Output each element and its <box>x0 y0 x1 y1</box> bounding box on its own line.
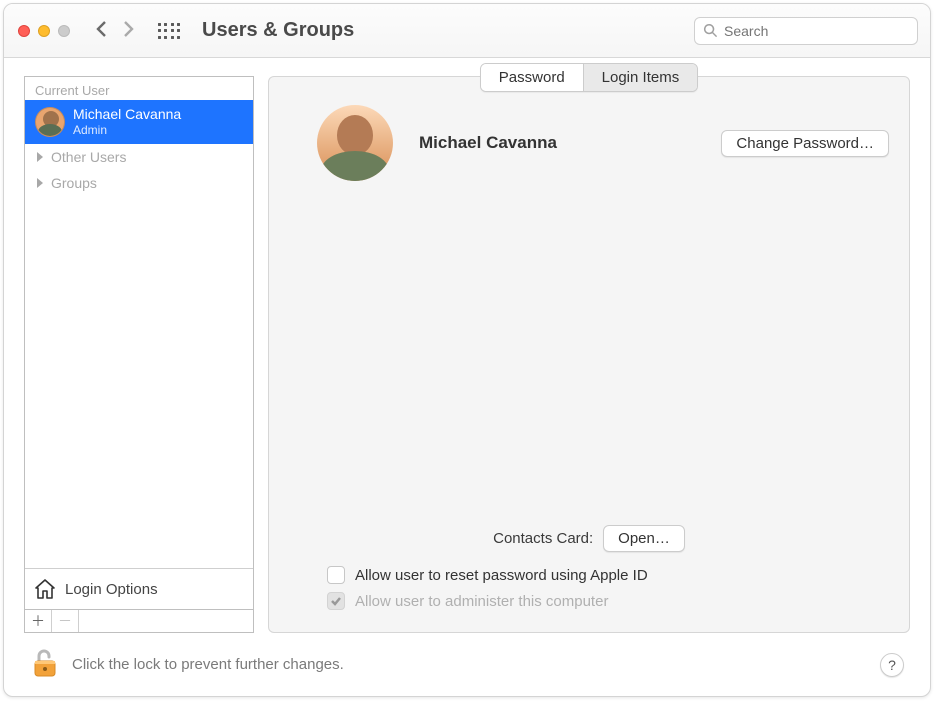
sidebar-item-current-user[interactable]: Michael Cavanna Admin <box>25 100 253 144</box>
allow-admin-row: Allow user to administer this computer <box>289 588 889 614</box>
tab-bar: Password Login Items <box>480 63 698 92</box>
contacts-card-label: Contacts Card: <box>493 530 593 547</box>
groups-label: Groups <box>51 175 97 191</box>
sidebar-user-role: Admin <box>73 123 181 137</box>
minimize-window-icon[interactable] <box>38 25 50 37</box>
search-icon <box>703 23 718 38</box>
traffic-lights <box>18 25 70 37</box>
window: Users & Groups Current User Michael Cava… <box>3 3 931 697</box>
sidebar-item-other-users[interactable]: Other Users <box>25 144 253 170</box>
back-button[interactable] <box>94 19 110 42</box>
open-contacts-button[interactable]: Open… <box>603 525 685 552</box>
nav-arrows <box>94 19 136 42</box>
allow-admin-label: Allow user to administer this computer <box>355 593 608 610</box>
chevron-right-icon <box>120 19 136 39</box>
change-password-button[interactable]: Change Password… <box>721 130 889 157</box>
tab-password[interactable]: Password <box>481 64 583 91</box>
close-window-icon[interactable] <box>18 25 30 37</box>
show-all-prefs-button[interactable] <box>158 20 180 42</box>
avatar-large[interactable] <box>317 105 393 181</box>
current-user-header: Current User <box>25 77 253 100</box>
login-options-button[interactable]: Login Options <box>25 568 253 609</box>
user-list: Current User Michael Cavanna Admin Other… <box>24 76 254 610</box>
checkbox-checked-disabled <box>327 592 345 610</box>
content-panel: Password Login Items Michael Cavanna Cha… <box>268 76 910 633</box>
login-options-label: Login Options <box>65 581 158 598</box>
pane-title: Users & Groups <box>202 19 354 42</box>
remove-user-button: － <box>52 610 79 632</box>
zoom-window-icon <box>58 25 70 37</box>
allow-reset-appleid-row[interactable]: Allow user to reset password using Apple… <box>289 562 889 588</box>
footer: Click the lock to prevent further change… <box>24 633 910 682</box>
forward-button <box>120 19 136 42</box>
search-field-wrap[interactable] <box>694 17 918 45</box>
sidebar-item-groups[interactable]: Groups <box>25 170 253 196</box>
body: Current User Michael Cavanna Admin Other… <box>4 58 930 696</box>
sidebar-user-name: Michael Cavanna <box>73 107 181 122</box>
tab-login-items[interactable]: Login Items <box>583 64 698 91</box>
avatar-small <box>35 107 65 137</box>
toolbar: Users & Groups <box>4 4 930 58</box>
add-user-button[interactable]: ＋ <box>25 610 52 632</box>
sidebar-column: Current User Michael Cavanna Admin Other… <box>24 76 254 633</box>
help-button[interactable]: ? <box>880 653 904 677</box>
full-name-label: Michael Cavanna <box>419 133 557 153</box>
house-icon <box>33 577 57 601</box>
lock-button[interactable] <box>30 647 58 682</box>
unlocked-padlock-icon <box>30 647 58 679</box>
allow-reset-appleid-label: Allow user to reset password using Apple… <box>355 567 648 584</box>
sidebar-plus-minus: ＋ － <box>24 610 254 633</box>
lock-hint-text: Click the lock to prevent further change… <box>72 656 344 673</box>
chevron-right-icon <box>35 152 45 162</box>
other-users-label: Other Users <box>51 149 126 165</box>
checkbox-unchecked[interactable] <box>327 566 345 584</box>
search-input[interactable] <box>724 23 909 39</box>
chevron-right-icon <box>35 178 45 188</box>
chevron-left-icon <box>94 19 110 39</box>
